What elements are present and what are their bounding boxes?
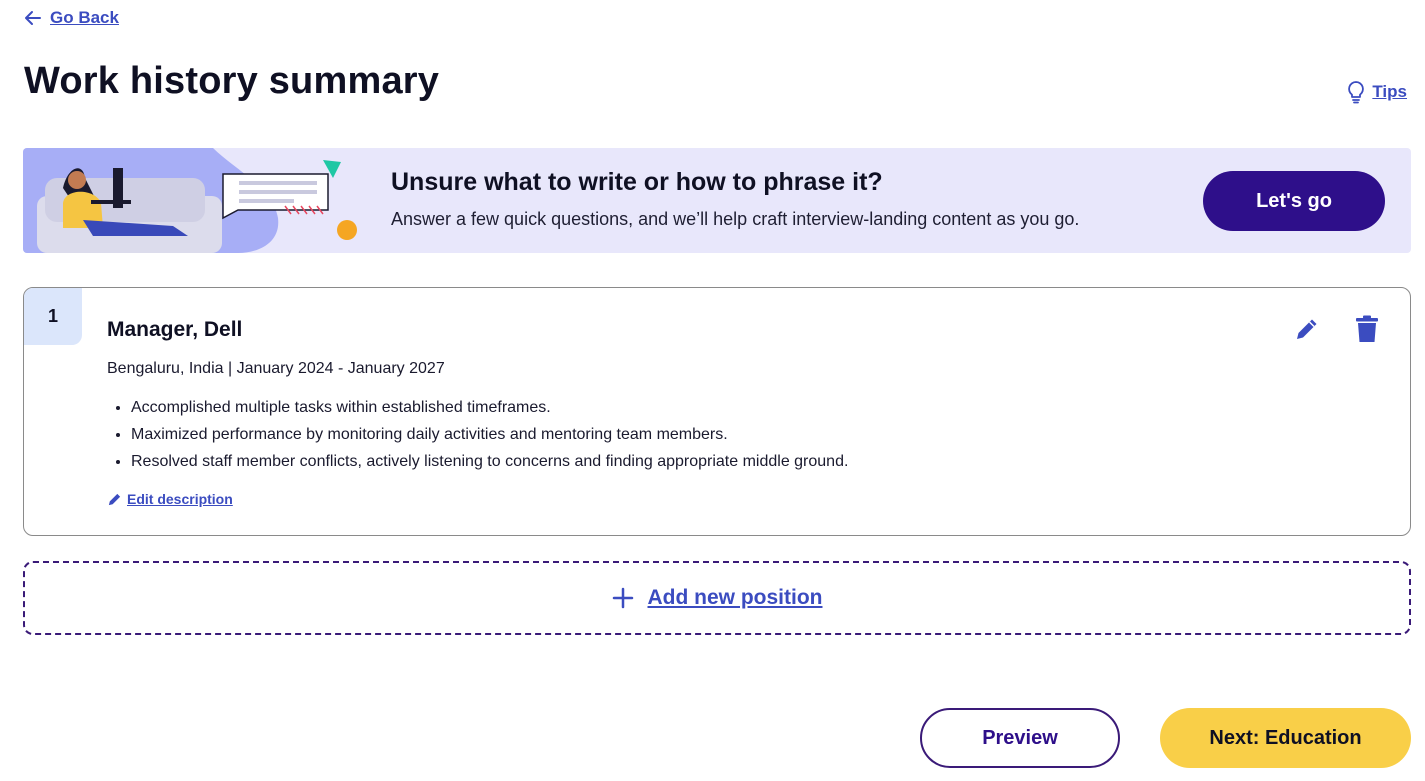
position-location-dates: Bengaluru, India | January 2024 - Januar…	[107, 360, 445, 377]
banner-subtext: Answer a few quick questions, and we’ll …	[391, 209, 1080, 229]
next-education-button[interactable]: Next: Education	[1160, 708, 1411, 768]
add-new-position-button[interactable]: Add new position	[23, 561, 1411, 635]
go-back-label: Go Back	[50, 8, 119, 27]
position-bullet: Resolved staff member conflicts, activel…	[131, 452, 848, 479]
position-bullet: Accomplished multiple tasks within estab…	[131, 398, 848, 425]
plus-icon	[612, 587, 633, 609]
pencil-icon	[108, 493, 121, 505]
person-on-couch-with-laptop-illustration	[23, 148, 357, 253]
tips-link[interactable]: Tips	[1346, 80, 1407, 104]
banner-heading: Unsure what to write or how to phrase it…	[391, 168, 883, 196]
page-title: Work history summary	[24, 60, 440, 102]
position-title: Manager, Dell	[107, 318, 243, 341]
pencil-icon	[1297, 319, 1317, 339]
edit-position-button[interactable]	[1290, 312, 1324, 346]
preview-button[interactable]: Preview	[920, 708, 1120, 768]
trash-icon	[1356, 315, 1378, 342]
edit-description-link[interactable]: Edit description	[107, 491, 233, 507]
position-card: 1 Manager, Dell Bengaluru, India | Janua…	[23, 287, 1411, 536]
position-bullet: Maximized performance by monitoring dail…	[131, 425, 848, 452]
delete-position-button[interactable]	[1350, 312, 1384, 346]
position-bullet-list: Accomplished multiple tasks within estab…	[131, 398, 848, 479]
lets-go-button[interactable]: Let's go	[1203, 171, 1385, 231]
arrow-left-icon	[25, 11, 41, 25]
position-number-badge: 1	[24, 288, 82, 345]
lightbulb-icon	[1348, 81, 1365, 104]
add-new-position-label: Add new position	[647, 586, 823, 609]
tips-label: Tips	[1372, 82, 1407, 101]
writing-assistant-banner: Unsure what to write or how to phrase it…	[23, 148, 1411, 253]
go-back-link[interactable]: Go Back	[24, 8, 119, 28]
edit-description-label: Edit description	[127, 491, 233, 507]
